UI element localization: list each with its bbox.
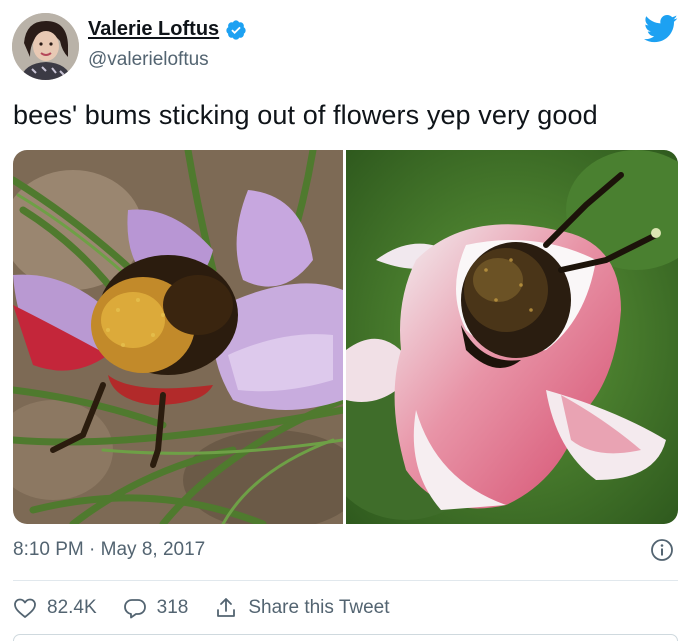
twitter-bird-icon[interactable] — [643, 14, 678, 44]
tweet-text: bees' bums sticking out of flowers yep v… — [13, 100, 598, 130]
avatar[interactable] — [12, 13, 79, 80]
divider — [13, 580, 678, 581]
reply-button[interactable]: 318 — [123, 596, 189, 620]
tweet-media[interactable] — [13, 150, 678, 524]
tweet-actions: 82.4K 318 Share this Tweet — [13, 596, 416, 620]
like-button[interactable]: 82.4K — [13, 596, 97, 620]
heart-icon — [14, 598, 36, 618]
next-card-edge — [13, 634, 678, 641]
tweet-timestamp[interactable]: 8:10 PM · May 8, 2017 — [13, 539, 205, 561]
like-count: 82.4K — [47, 597, 97, 618]
bee-in-pink-flower-photo[interactable] — [326, 150, 678, 524]
tweet-card: Valerie Loftus @valerieloftus bees' bums… — [0, 0, 700, 641]
share-button[interactable]: Share this Tweet — [214, 596, 390, 620]
reply-count: 318 — [156, 597, 189, 618]
bee-in-purple-crocus-photo[interactable] — [13, 150, 363, 524]
author-display-name[interactable]: Valerie Loftus — [88, 18, 219, 41]
verified-badge-icon — [225, 19, 247, 41]
share-label: Share this Tweet — [248, 597, 390, 618]
info-icon[interactable] — [650, 538, 674, 562]
reply-icon — [123, 599, 146, 619]
share-icon — [217, 598, 236, 617]
author-handle[interactable]: @valerieloftus — [88, 49, 209, 71]
